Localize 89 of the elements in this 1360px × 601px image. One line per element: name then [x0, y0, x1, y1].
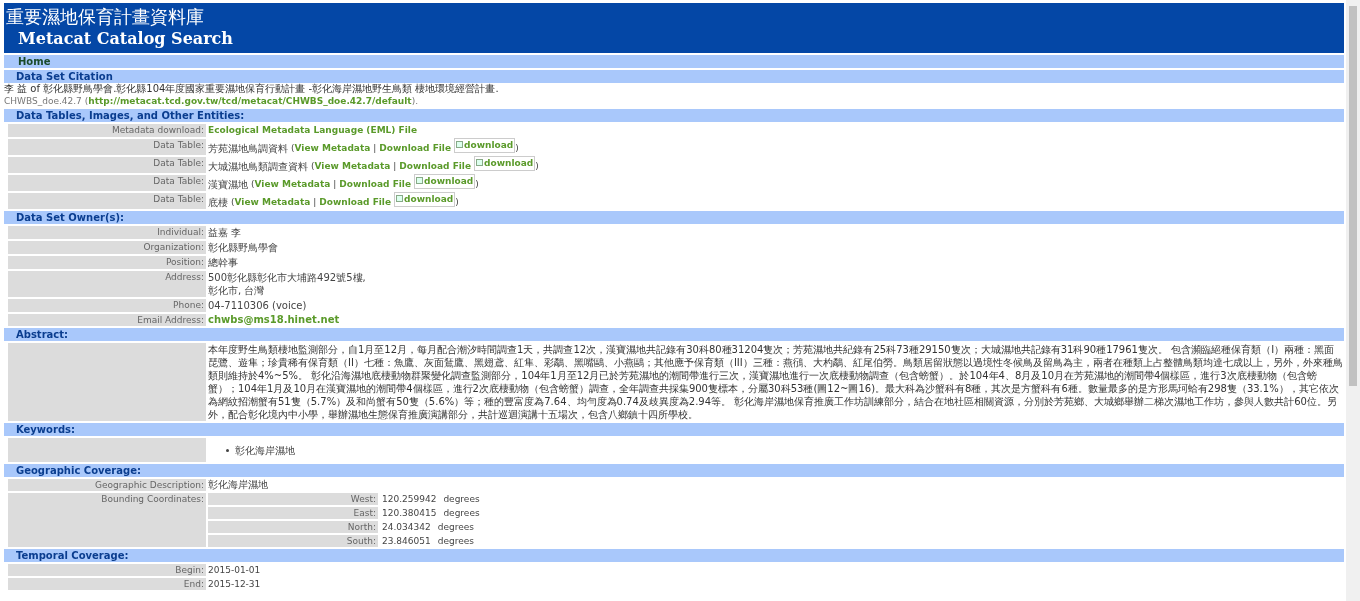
- separator-text: |: [373, 142, 377, 155]
- field-value: 彰化市, 台灣: [208, 284, 266, 297]
- field-value: 04-7110306 (voice): [208, 299, 307, 312]
- paren-text: (: [311, 160, 315, 173]
- nav-link[interactable]: Home: [18, 55, 51, 68]
- unit-text: degrees: [443, 507, 480, 519]
- field-label: Data Table:: [8, 157, 206, 173]
- field-label: Individual:: [8, 226, 206, 239]
- coordinate-value: 24.034342: [382, 521, 431, 533]
- paren-text: ): [475, 178, 479, 191]
- citation-link[interactable]: http://metacat.tcd.gov.tw/tcd/metacat/CHWBS_doe.42.7/default: [88, 95, 412, 107]
- table-name: 底棲: [208, 196, 228, 209]
- download-file-link[interactable]: Download File: [379, 142, 452, 155]
- coordinate-value: 23.846051: [382, 535, 431, 547]
- field-value: 500彰化縣彰化市大埔路492號5樓,: [208, 271, 366, 284]
- view-metadata-link[interactable]: View Metadata: [234, 196, 311, 209]
- broken-image-icon: [416, 177, 424, 184]
- site-title: 重要濕地保育計畫資料庫: [5, 6, 205, 28]
- paren-text: (: [291, 142, 295, 155]
- broken-image-link[interactable]: download: [454, 138, 516, 153]
- field-value: 2015-01-01: [208, 564, 261, 576]
- page-title: Metacat Catalog Search: [17, 28, 234, 50]
- field-label: Position:: [8, 256, 206, 269]
- view-metadata-link[interactable]: View Metadata: [314, 160, 391, 173]
- abstract-text: 本年度野生鳥類棲地監測部分，自1月至12月，每月配合潮汐時間調查1天，共調查12次，漢寶濕地共記錄有30科80種31204隻次；芳苑濕地共紀錄有25科73種29150隻次；大城濕地共記錄有31科90種17961隻次。 包含瀕臨絕種保育類（I）兩種：黑面琵鷺、遊隼；珍貴稀有保育類（II）七種：魚鷹、灰面鵟鷹、黑翅鳶、紅隼、彩鷸、黑嘴鷗、小燕鷗；其他應予保育類（III）三種：燕鴴、大杓鷸、紅尾伯勞。鳥類居留狀態以過境性冬候鳥及留鳥為主，兩者在種類上占整體鳥類均達七成以上，另外，外來種鳥類則維持於4%~5%。 彰化沿海濕地底棲動物群聚變化調查監測部分，104年1月至12月已於芳苑濕地的潮間帶進行三次，漢寶濕地進行一次底棲動物調查（包含螃蟹）。於104年4、8月及10月在芳苑濕地的潮間帶4個樣區，進行3次底棲動物（包含螃蟹）；104年1月及10月在漢寶濕地的潮間帶4個樣區，進行2次底棲動物（包含螃蟹）調查，全年調查共採集900隻標本，分屬30科53種(圖12~圖16)。最大科為沙蟹科有8種，其次是方蟹科有6種。數量最多的是方形馬珂蛤有298隻（33.1%），其它依次為網紋招潮蟹有51隻（5.7%）及和尚蟹有50隻（5.6%）等；種的豐富度為7.64、均勻度為0.74及歧異度為2.94等。 彰化海岸濕地保育推廣工作坊訓練部分，結合在地社區相關資源，分別於芳苑鄉、大城鄉舉辦二梯次濕地工作坊，參與人數共計60位。另外，配合彰化境內中小學，舉辦濕地生態保育推廣演講部分，共計巡迴演講十五場次，包含八鄉鎮十四所學校。: [208, 343, 1344, 421]
- unit-text: degrees: [437, 535, 474, 547]
- keyword-text: 彰化海岸濕地: [235, 443, 295, 457]
- scrollbar-thumb[interactable]: [1349, 6, 1357, 386]
- section-heading: Temporal Coverage:: [4, 549, 1344, 562]
- coordinate-label: North:: [208, 521, 378, 533]
- download-file-link[interactable]: Download File: [399, 160, 472, 173]
- field-value: 彰化縣野鳥學會: [208, 241, 278, 254]
- section-heading: Keywords:: [4, 423, 1344, 436]
- paren-text: ): [515, 142, 519, 155]
- field-value: 益嘉 李: [208, 226, 242, 239]
- paren-text: ): [535, 160, 539, 173]
- citation-id: CHWBS_doe.42.7: [4, 95, 82, 107]
- broken-image-icon: [396, 195, 404, 202]
- citation-text: 李 益 of 彰化縣野鳥學會.彰化縣104年度國家重要濕地保育行動計畫 -彰化海岸濕地野生鳥類 棲地環境經營計畫.: [4, 83, 500, 95]
- coordinate-label: South:: [208, 535, 378, 547]
- section-heading: Data Tables, Images, and Other Entities:: [4, 109, 1344, 122]
- field-label: End:: [8, 578, 206, 590]
- paren-text: (: [231, 196, 235, 209]
- broken-image-link[interactable]: download: [414, 174, 476, 189]
- field-label: Bounding Coordinates:: [8, 493, 206, 547]
- section-heading: Data Set Owner(s):: [4, 211, 1344, 224]
- coordinate-value: 120.259942: [382, 493, 437, 505]
- separator-text: |: [393, 160, 397, 173]
- unit-text: degrees: [437, 521, 474, 533]
- coordinate-label: East:: [208, 507, 378, 519]
- field-label: Address:: [8, 271, 206, 297]
- field-label: Data Table:: [8, 175, 206, 191]
- download-file-link[interactable]: Download File: [319, 196, 392, 209]
- broken-image-icon: [476, 159, 484, 166]
- separator-text: |: [313, 196, 317, 209]
- table-name: 漢寶濕地: [208, 178, 248, 191]
- paren-text: ).: [411, 95, 419, 107]
- field-label: Email Address:: [8, 314, 206, 326]
- paren-text: (: [84, 95, 89, 107]
- bullet-icon: [226, 448, 229, 452]
- email-link[interactable]: chwbs@ms18.hinet.net: [208, 314, 340, 326]
- download-file-link[interactable]: Download File: [339, 178, 412, 191]
- field-label: Data Table:: [8, 193, 206, 209]
- coordinate-label: West:: [208, 493, 378, 505]
- eml-file-link[interactable]: Ecological Metadata Language (EML) File: [208, 124, 417, 137]
- section-heading: Geographic Coverage:: [4, 464, 1344, 477]
- broken-image-link[interactable]: download: [394, 192, 456, 207]
- field-label: Begin:: [8, 564, 206, 576]
- field-label: Geographic Description:: [8, 479, 206, 491]
- paren-text: ): [455, 196, 459, 209]
- separator-text: |: [333, 178, 337, 191]
- unit-text: degrees: [443, 493, 480, 505]
- section-heading: Data Set Citation: [4, 70, 1344, 83]
- table-name: 芳苑濕地鳥調資料: [208, 142, 288, 155]
- coordinate-value: 120.380415: [382, 507, 437, 519]
- field-label: Metadata download:: [8, 124, 206, 137]
- field-label: Data Table:: [8, 139, 206, 155]
- field-value: 彰化海岸濕地: [208, 479, 268, 491]
- view-metadata-link[interactable]: View Metadata: [254, 178, 331, 191]
- field-value: 總幹事: [208, 256, 238, 269]
- field-value: 2015-12-31: [208, 578, 261, 590]
- field-label: Organization:: [8, 241, 206, 254]
- broken-image-link[interactable]: download: [474, 156, 536, 171]
- view-metadata-link[interactable]: View Metadata: [294, 142, 371, 155]
- paren-text: (: [251, 178, 255, 191]
- section-heading: Abstract:: [4, 328, 1344, 341]
- table-name: 大城濕地鳥類調查資料: [208, 160, 308, 173]
- field-label: Phone:: [8, 299, 206, 312]
- broken-image-icon: [456, 141, 464, 148]
